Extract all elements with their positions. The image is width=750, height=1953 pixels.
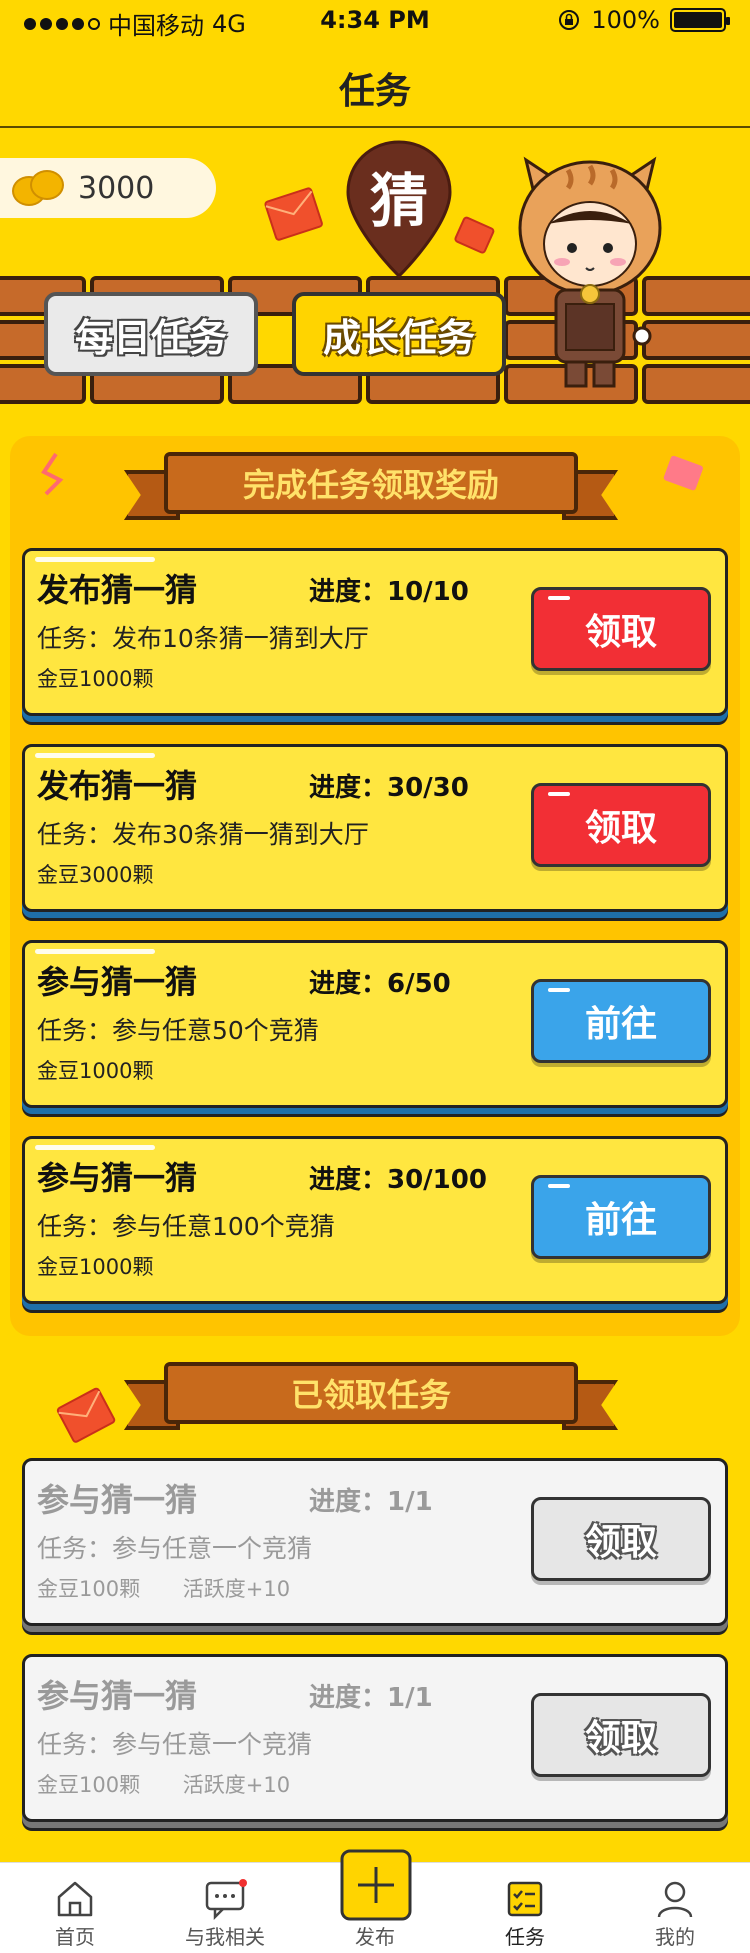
tab-mine[interactable]: 我的 <box>600 1863 750 1953</box>
task-title: 参与猜一猜 <box>37 963 198 1001</box>
claim-button-label: 领取 <box>584 612 657 653</box>
coin-balance: 3000 <box>0 158 216 218</box>
task-title: 发布猜一猜 <box>37 767 198 805</box>
guess-badge: 猜 <box>342 138 456 280</box>
task-title: 参与猜一猜 <box>37 1677 198 1715</box>
coin-count: 3000 <box>78 170 155 206</box>
claimed-section-header: 已领取任务 <box>124 1362 618 1430</box>
reward-section-header: 完成任务领取奖励 <box>124 452 618 520</box>
task-description: 任务：发布10条猜一猜到大厅 <box>37 624 369 653</box>
task-list-icon <box>507 1881 543 1917</box>
tab-tasks[interactable]: 任务 <box>450 1863 600 1953</box>
go-button-label: 前往 <box>584 1200 657 1241</box>
red-envelope-icon <box>264 187 323 241</box>
tab-tasks-label: 任务 <box>505 1925 545 1949</box>
task-reward: 金豆1000颗 <box>37 1059 154 1083</box>
cat-mascot-icon <box>518 156 662 388</box>
red-envelope-icon <box>454 216 495 254</box>
task-reward: 金豆100颗 活跃度+10 <box>37 1573 290 1603</box>
task-progress: 进度：6/50 <box>309 969 451 999</box>
task-progress: 进度：30/30 <box>309 773 469 803</box>
task-description: 任务：发布30条猜一猜到大厅 <box>37 820 369 849</box>
guess-badge-text: 猜 <box>369 167 428 235</box>
task-reward: 金豆100颗 活跃度+10 <box>37 1769 290 1799</box>
bottom-tab-bar: 首页 与我相关 发布 任务 我的 <box>0 1849 750 1953</box>
reward-amount: 金豆100颗 <box>37 1577 141 1601</box>
reward-section-title: 完成任务领取奖励 <box>164 452 578 514</box>
task-progress: 进度：1/1 <box>309 1683 433 1713</box>
task-title: 发布猜一猜 <box>37 571 198 609</box>
task-card: 发布猜一猜 进度：30/30 任务：发布30条猜一猜到大厅 金豆3000颗 领取 <box>22 744 728 912</box>
claimed-task-card: 参与猜一猜 进度：1/1 任务：参与任意一个竞猜 金豆100颗 活跃度+10 领… <box>22 1654 728 1822</box>
gold-bean-icon <box>12 166 68 210</box>
task-progress: 进度：10/10 <box>309 577 469 607</box>
user-icon <box>657 1881 693 1918</box>
activity-points: 活跃度+10 <box>182 1773 291 1797</box>
task-description: 任务：参与任意一个竞猜 <box>37 1730 313 1759</box>
claim-button[interactable]: 领取 <box>531 587 711 671</box>
tab-publish[interactable]: 发布 <box>300 1849 450 1953</box>
claimed-button[interactable]: 领取 <box>531 1693 711 1777</box>
home-icon <box>57 1881 93 1917</box>
go-button[interactable]: 前往 <box>531 1175 711 1259</box>
task-progress: 进度：30/100 <box>309 1165 487 1195</box>
tab-mine-label: 我的 <box>655 1925 695 1949</box>
rotation-lock-icon <box>559 10 580 30</box>
claim-button[interactable]: 领取 <box>531 783 711 867</box>
confetti-icon <box>41 452 64 496</box>
tab-daily-tasks[interactable]: 每日任务 <box>44 292 258 376</box>
red-envelope-icon <box>663 455 703 491</box>
reward-amount: 金豆100颗 <box>37 1773 141 1797</box>
battery-percent: 100% <box>591 6 660 34</box>
claimed-task-card: 参与猜一猜 进度：1/1 任务：参与任意一个竞猜 金豆100颗 活跃度+10 领… <box>22 1458 728 1626</box>
task-card: 参与猜一猜 进度：6/50 任务：参与任意50个竞猜 金豆1000颗 前往 <box>22 940 728 1108</box>
tab-home[interactable]: 首页 <box>0 1863 150 1953</box>
task-reward: 金豆3000颗 <box>37 863 154 887</box>
battery-icon <box>670 8 730 32</box>
claimed-button[interactable]: 领取 <box>531 1497 711 1581</box>
tab-related-label: 与我相关 <box>185 1925 265 1949</box>
claim-button-label: 领取 <box>584 808 657 849</box>
task-description: 任务：参与任意50个竞猜 <box>37 1016 319 1045</box>
tab-related[interactable]: 与我相关 <box>150 1863 300 1953</box>
tab-growth-tasks[interactable]: 成长任务 <box>292 292 506 376</box>
go-button-label: 前往 <box>584 1004 657 1045</box>
claimed-button-label: 领取 <box>584 1522 657 1563</box>
message-icon <box>205 1879 247 1921</box>
task-card: 发布猜一猜 进度：10/10 任务：发布10条猜一猜到大厅 金豆1000颗 领取 <box>22 548 728 716</box>
task-reward: 金豆1000颗 <box>37 667 154 691</box>
activity-points: 活跃度+10 <box>182 1577 291 1601</box>
page-title: 任务 <box>338 71 411 112</box>
plus-icon <box>340 1849 412 1921</box>
go-button[interactable]: 前往 <box>531 979 711 1063</box>
claimed-section-title: 已领取任务 <box>164 1362 578 1424</box>
task-card: 参与猜一猜 进度：30/100 任务：参与任意100个竞猜 金豆1000颗 前往 <box>22 1136 728 1304</box>
task-title: 参与猜一猜 <box>37 1481 198 1519</box>
task-title: 参与猜一猜 <box>37 1159 198 1197</box>
status-bar: 中国移动 4G 4:34 PM 100% <box>0 0 750 40</box>
task-description: 任务：参与任意100个竞猜 <box>37 1212 335 1241</box>
tab-home-label: 首页 <box>55 1925 95 1949</box>
tab-publish-label: 发布 <box>355 1925 395 1949</box>
task-description: 任务：参与任意一个竞猜 <box>37 1534 313 1563</box>
red-envelope-icon <box>56 1387 116 1443</box>
task-reward: 金豆1000颗 <box>37 1255 154 1279</box>
claimed-button-label: 领取 <box>584 1718 657 1759</box>
battery-info: 100% <box>557 6 730 34</box>
task-progress: 进度：1/1 <box>309 1487 433 1517</box>
navigation-bar: 任务 <box>0 40 750 128</box>
